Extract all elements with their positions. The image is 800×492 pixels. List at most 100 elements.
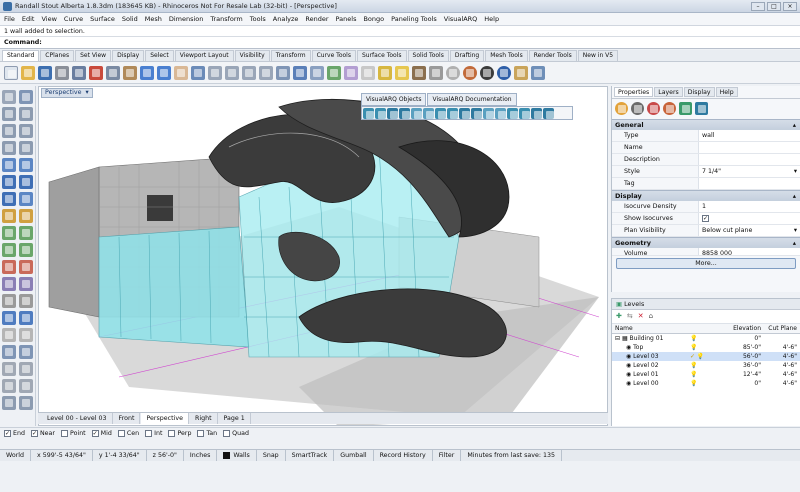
curtain-wall-icon[interactable] — [375, 108, 386, 119]
checkbox-icon[interactable] — [117, 430, 125, 437]
visualarq-wall-icon[interactable] — [679, 102, 692, 115]
command-input[interactable]: Command: — [0, 37, 800, 49]
import-icon[interactable] — [72, 65, 86, 80]
menu-view[interactable]: View — [41, 15, 56, 23]
join-icon[interactable] — [2, 277, 16, 291]
filter-toggle[interactable]: Filter — [433, 450, 462, 461]
osnap-toggle[interactable]: Snap — [257, 450, 286, 461]
menu-curve[interactable]: Curve — [64, 15, 83, 23]
wireframe-sphere-icon[interactable] — [429, 65, 443, 80]
explode-icon[interactable] — [19, 277, 33, 291]
osnap-point[interactable]: Point — [61, 430, 86, 437]
sphere-icon[interactable] — [19, 175, 33, 189]
grid-snap-icon[interactable] — [2, 362, 16, 376]
paste-icon[interactable] — [123, 65, 137, 80]
polygon-icon[interactable] — [19, 141, 33, 155]
current-layer[interactable]: Walls — [217, 450, 257, 461]
osnap-end[interactable]: ✓ End — [4, 430, 25, 437]
tab-page-1[interactable]: Page 1 — [219, 413, 251, 424]
zoom-selected-icon[interactable] — [259, 65, 273, 80]
close-icon[interactable]: × — [783, 1, 797, 11]
ungroup-icon[interactable] — [19, 294, 33, 308]
ghosted-sphere-icon[interactable] — [480, 65, 494, 80]
rotate-view-icon[interactable] — [191, 65, 205, 80]
delete-level-icon[interactable]: ✕ — [638, 312, 644, 321]
redo-icon[interactable] — [157, 65, 171, 80]
plan-visibility-select[interactable]: Below cut plane ▾ — [698, 225, 800, 236]
planar-icon[interactable] — [2, 379, 16, 393]
smarttrack-toggle[interactable]: SmartTrack — [286, 450, 335, 461]
boolean-union-icon[interactable] — [2, 311, 16, 325]
lightbulb-icon[interactable]: 💡 — [690, 334, 724, 343]
open-folder-icon[interactable] — [21, 65, 35, 80]
door-icon[interactable] — [411, 108, 422, 119]
menu-transform[interactable]: Transform — [210, 15, 242, 23]
chevron-down-icon[interactable]: ▾ — [794, 166, 797, 178]
tab-viewport-layout[interactable]: Viewport Layout — [174, 50, 234, 61]
osnap-quad[interactable]: Quad — [223, 430, 249, 437]
perspective-viewport[interactable]: Perspective ▾ VisualARQ Objects VisualARQ… — [38, 86, 608, 426]
grid-icon[interactable] — [276, 65, 290, 80]
checkbox-checked-icon[interactable]: ✓ — [4, 430, 11, 437]
viewport-title[interactable]: Perspective ▾ — [41, 88, 93, 98]
minimize-icon[interactable]: – — [751, 1, 765, 11]
collapse-icon[interactable]: ▴ — [793, 191, 796, 201]
osnap-int[interactable]: Int — [145, 430, 162, 437]
checkbox-checked-icon[interactable]: ✓ — [91, 430, 99, 437]
pan-hand-icon[interactable] — [174, 65, 188, 80]
tab-display[interactable]: Display — [112, 50, 145, 61]
new-level-icon[interactable]: ✚ — [616, 312, 622, 321]
circle-icon[interactable] — [2, 124, 16, 138]
tab-display-panel[interactable]: Display — [683, 87, 715, 97]
render-tool-icon[interactable] — [19, 345, 33, 359]
menu-file[interactable]: File — [4, 15, 15, 23]
menu-surface[interactable]: Surface — [90, 15, 115, 23]
section-general[interactable]: General ▴ — [612, 119, 800, 130]
group-icon[interactable] — [2, 294, 16, 308]
tab-solid-tools[interactable]: Solid Tools — [407, 50, 449, 61]
more-button[interactable]: More... — [616, 258, 796, 269]
arc-icon[interactable] — [19, 124, 33, 138]
new-sublevel-icon[interactable]: ⇆ — [627, 312, 633, 321]
level-row-selected[interactable]: ◉ Level 03 ✓ 💡 56'-0" 4'-6" — [612, 352, 800, 361]
rotate-tool-icon[interactable] — [2, 243, 16, 257]
layer-bulb-icon[interactable] — [395, 65, 409, 80]
menu-visualarq[interactable]: VisualARQ — [444, 15, 477, 23]
elevation-icon[interactable] — [519, 108, 530, 119]
surface-icon[interactable] — [2, 158, 16, 172]
split-icon[interactable] — [19, 260, 33, 274]
railing-icon[interactable] — [447, 108, 458, 119]
level-row[interactable]: ⊟ ▦ Building 01 💡 0" — [612, 334, 800, 343]
move-icon[interactable] — [327, 65, 341, 80]
box-icon[interactable] — [2, 175, 16, 189]
checkbox-icon[interactable] — [61, 430, 69, 437]
menu-solid[interactable]: Solid — [122, 15, 138, 23]
tab-visualarq-objects[interactable]: VisualARQ Objects — [361, 93, 427, 106]
menu-panels[interactable]: Panels — [336, 15, 357, 23]
wall-tool-icon[interactable] — [363, 108, 374, 119]
tab-layers[interactable]: Layers — [654, 87, 683, 97]
level-row[interactable]: ◉ Level 02 💡 36'-0" 4'-6" — [612, 361, 800, 370]
decal-icon[interactable] — [663, 102, 676, 115]
roof-icon[interactable] — [471, 108, 482, 119]
tab-transform[interactable]: Transform — [270, 50, 311, 61]
checkbox-icon[interactable] — [168, 430, 176, 437]
gumball-toggle[interactable]: Gumball — [334, 450, 374, 461]
level-row[interactable]: ◉ Top 💡 85'-0" 4'-6" — [612, 343, 800, 352]
four-viewports-icon[interactable] — [293, 65, 307, 80]
tab-drafting[interactable]: Drafting — [449, 50, 485, 61]
select-icon[interactable] — [344, 65, 358, 80]
boolean-difference-icon[interactable] — [19, 311, 33, 325]
more-tools-icon[interactable] — [19, 396, 33, 410]
checkbox-checked-icon[interactable]: ✓ — [30, 430, 38, 437]
history-tool-icon[interactable] — [2, 396, 16, 410]
copy-tool-icon[interactable] — [19, 226, 33, 240]
tab-mesh-tools[interactable]: Mesh Tools — [485, 50, 528, 61]
zoom-dynamic-icon[interactable] — [208, 65, 222, 80]
history-icon[interactable] — [19, 379, 33, 393]
tab-front[interactable]: Front — [114, 413, 141, 424]
shaded-sphere-icon[interactable] — [446, 65, 460, 80]
fillet-icon[interactable] — [2, 209, 16, 223]
level-row[interactable]: ◉ Level 01 💡 12'-4" 4'-6" — [612, 370, 800, 379]
lightbulb-icon[interactable]: 💡 — [690, 379, 724, 388]
